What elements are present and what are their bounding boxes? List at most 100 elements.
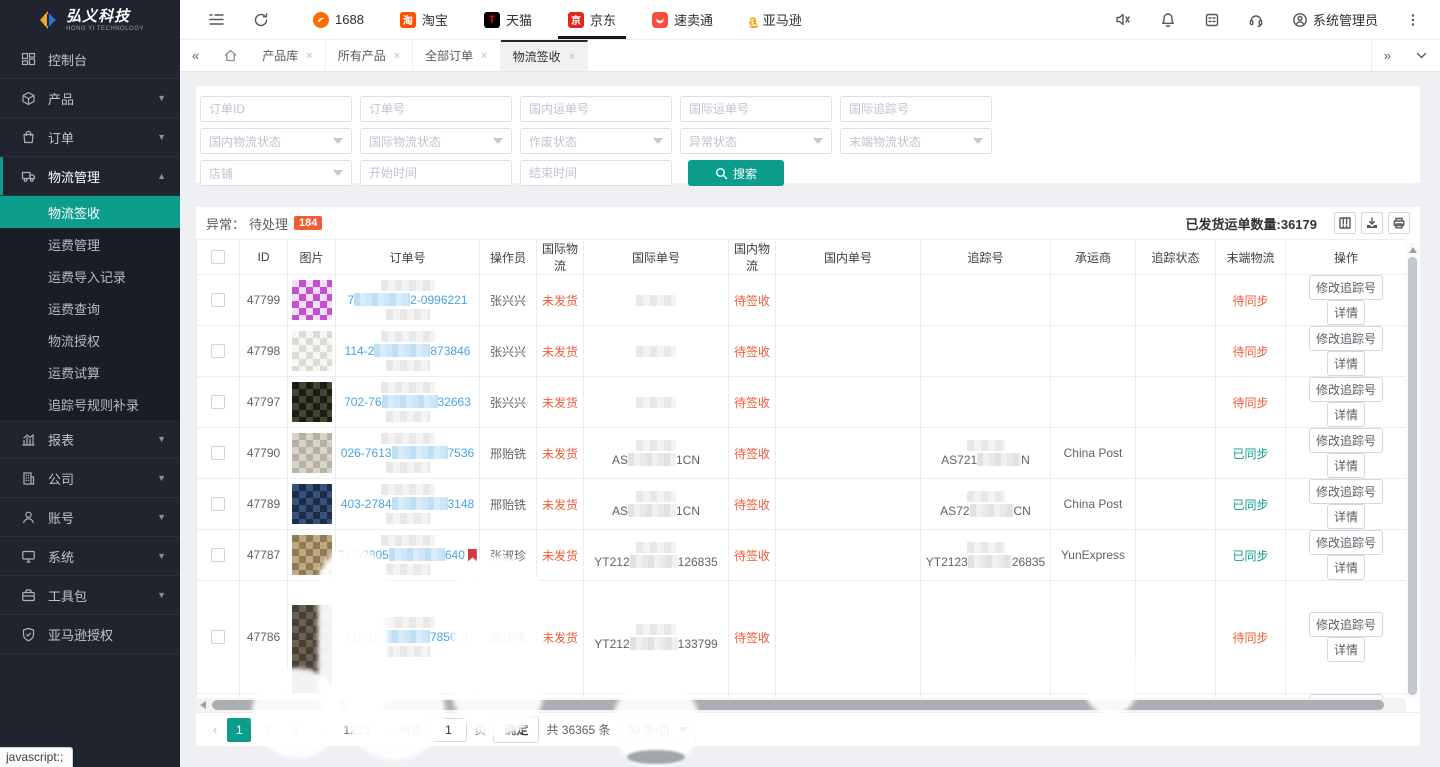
print-button[interactable] [1388, 212, 1410, 234]
product-image[interactable] [292, 484, 332, 524]
refresh-icon[interactable] [239, 0, 283, 39]
detail-button[interactable]: 详情 [1327, 453, 1365, 478]
platform-link-京东[interactable]: 京 京东 [550, 0, 634, 39]
column-header-图片[interactable]: 图片 [288, 240, 336, 275]
notification-bell-icon[interactable] [1146, 0, 1190, 39]
page-number-1[interactable]: 1 [227, 718, 251, 742]
sidebar-subitem-运费查询[interactable]: 运费查询 [0, 292, 180, 324]
search-input-国际运单号[interactable] [680, 96, 832, 122]
scroll-tabs-left-icon[interactable]: « [180, 40, 211, 71]
row-checkbox[interactable] [211, 497, 225, 511]
column-header-追踪状态[interactable]: 追踪状态 [1136, 240, 1216, 275]
search-input-国际追踪号[interactable] [840, 96, 992, 122]
search-input-订单号[interactable] [360, 96, 512, 122]
product-image[interactable] [292, 535, 332, 575]
sidebar-item-公司[interactable]: 公司 ▼ [0, 459, 180, 498]
tab-options-icon[interactable] [1403, 40, 1440, 71]
sidebar-item-系统[interactable]: 系统 ▼ [0, 537, 180, 576]
order-number-link[interactable]: 72-0996221 [347, 293, 467, 307]
tab-所有产品[interactable]: 所有产品 × [326, 40, 413, 71]
close-tab-icon[interactable]: × [394, 50, 400, 62]
sidebar-item-产品[interactable]: 产品 ▼ [0, 79, 180, 118]
row-checkbox[interactable] [211, 548, 225, 562]
product-image[interactable] [292, 331, 332, 371]
sidebar-subitem-追踪号规则补录[interactable]: 追踪号规则补录 [0, 388, 180, 420]
date-input-开始时间[interactable] [360, 160, 512, 186]
sidebar-item-工具包[interactable]: 工具包 ▼ [0, 576, 180, 615]
sidebar-subitem-物流签收[interactable]: 物流签收 [0, 196, 180, 228]
export-button[interactable] [1361, 212, 1383, 234]
product-image[interactable] [292, 433, 332, 473]
edit-tracking-button[interactable]: 修改追踪号 [1309, 326, 1383, 351]
sidebar-subitem-运费试算[interactable]: 运费试算 [0, 356, 180, 388]
tab-全部订单[interactable]: 全部订单 × [413, 40, 500, 71]
edit-tracking-button[interactable]: 修改追踪号 [1309, 479, 1383, 504]
page-number-3[interactable]: 3 [283, 718, 307, 742]
row-checkbox[interactable] [211, 446, 225, 460]
confirm-page-button[interactable]: 确定 [493, 716, 539, 743]
collapse-menu-icon[interactable] [194, 0, 239, 39]
filter-select-作废状态[interactable]: 作废状态 [520, 128, 672, 154]
detail-button[interactable]: 详情 [1327, 504, 1365, 529]
page-number-2[interactable]: 2 [255, 718, 279, 742]
filter-select-末端物流状态[interactable]: 末端物流状态 [840, 128, 992, 154]
product-image[interactable] [292, 382, 332, 422]
order-number-link[interactable]: 702-7632663 [344, 395, 471, 409]
close-tab-icon[interactable]: × [481, 50, 487, 62]
row-checkbox[interactable] [211, 293, 225, 307]
column-header-承运商[interactable]: 承运商 [1051, 240, 1136, 275]
edit-tracking-button[interactable]: 修改追踪号 [1309, 530, 1383, 555]
column-header-ID[interactable]: ID [240, 240, 288, 275]
volume-icon[interactable] [1101, 0, 1146, 39]
scroll-up-icon[interactable] [1409, 247, 1417, 253]
row-checkbox[interactable] [211, 395, 225, 409]
column-settings-button[interactable] [1334, 212, 1356, 234]
column-header-订单号[interactable]: 订单号 [336, 240, 480, 275]
page-number-1213[interactable]: 1213 [339, 718, 374, 742]
sidebar-item-订单[interactable]: 订单 ▼ [0, 118, 180, 157]
next-page-icon[interactable]: › [381, 722, 391, 737]
close-tab-icon[interactable]: × [569, 51, 575, 63]
date-input-结束时间[interactable] [520, 160, 672, 186]
home-tab-icon[interactable] [211, 40, 250, 71]
filter-select-异常状态[interactable]: 异常状态 [680, 128, 832, 154]
search-input-订单ID[interactable] [200, 96, 352, 122]
close-tab-icon[interactable]: × [306, 50, 312, 62]
product-image[interactable] [292, 280, 332, 320]
exception-alert[interactable]: 异常： 待处理 184 [206, 214, 322, 233]
sidebar-subitem-运费导入记录[interactable]: 运费导入记录 [0, 260, 180, 292]
column-header-追踪号[interactable]: 追踪号 [921, 240, 1051, 275]
detail-button[interactable]: 详情 [1327, 402, 1365, 427]
sidebar-item-亚马逊授权[interactable]: 亚马逊授权 [0, 615, 180, 654]
per-page-select[interactable]: 30 条/页 [617, 717, 695, 743]
detail-button[interactable]: 详情 [1327, 555, 1365, 580]
scroll-tabs-right-icon[interactable]: » [1372, 40, 1403, 71]
order-number-link[interactable]: 111-1785051 [345, 630, 470, 644]
platform-link-天猫[interactable]: T 天猫 [466, 0, 550, 39]
search-input-国内运单号[interactable] [520, 96, 672, 122]
column-header-操作[interactable]: 操作 [1286, 240, 1407, 275]
row-checkbox[interactable] [211, 344, 225, 358]
column-header-操作员[interactable]: 操作员 [480, 240, 537, 275]
horizontal-scrollbar[interactable] [196, 698, 1406, 712]
page-jump-input[interactable] [429, 718, 467, 742]
horizontal-scrollbar-thumb[interactable] [212, 700, 1384, 710]
order-number-link[interactable]: 026-76137536 [341, 446, 474, 460]
platform-link-亚马逊[interactable]: a 亚马逊 [731, 0, 820, 39]
order-number-link[interactable]: 114-2873846 [345, 344, 471, 358]
sidebar-item-物流管理[interactable]: 物流管理 ▲ [0, 157, 180, 196]
user-menu[interactable]: 系统管理员 [1278, 0, 1392, 39]
column-header-国内单号[interactable]: 国内单号 [776, 240, 921, 275]
row-checkbox[interactable] [211, 630, 225, 644]
tab-产品库[interactable]: 产品库 × [250, 40, 325, 71]
column-header-国际物流[interactable]: 国际物流 [537, 240, 584, 275]
order-number-link[interactable]: 403-27843148 [341, 497, 474, 511]
platform-link-1688[interactable]: 1688 [295, 0, 382, 39]
vertical-scrollbar-thumb[interactable] [1408, 257, 1417, 695]
edit-tracking-button[interactable]: 修改追踪号 [1309, 428, 1383, 453]
platform-link-淘宝[interactable]: 淘 淘宝 [382, 0, 466, 39]
vertical-scrollbar[interactable] [1406, 243, 1419, 698]
more-options-icon[interactable] [1392, 0, 1434, 39]
filter-select-国内物流状态[interactable]: 国内物流状态 [200, 128, 352, 154]
sidebar-item-账号[interactable]: 账号 ▼ [0, 498, 180, 537]
